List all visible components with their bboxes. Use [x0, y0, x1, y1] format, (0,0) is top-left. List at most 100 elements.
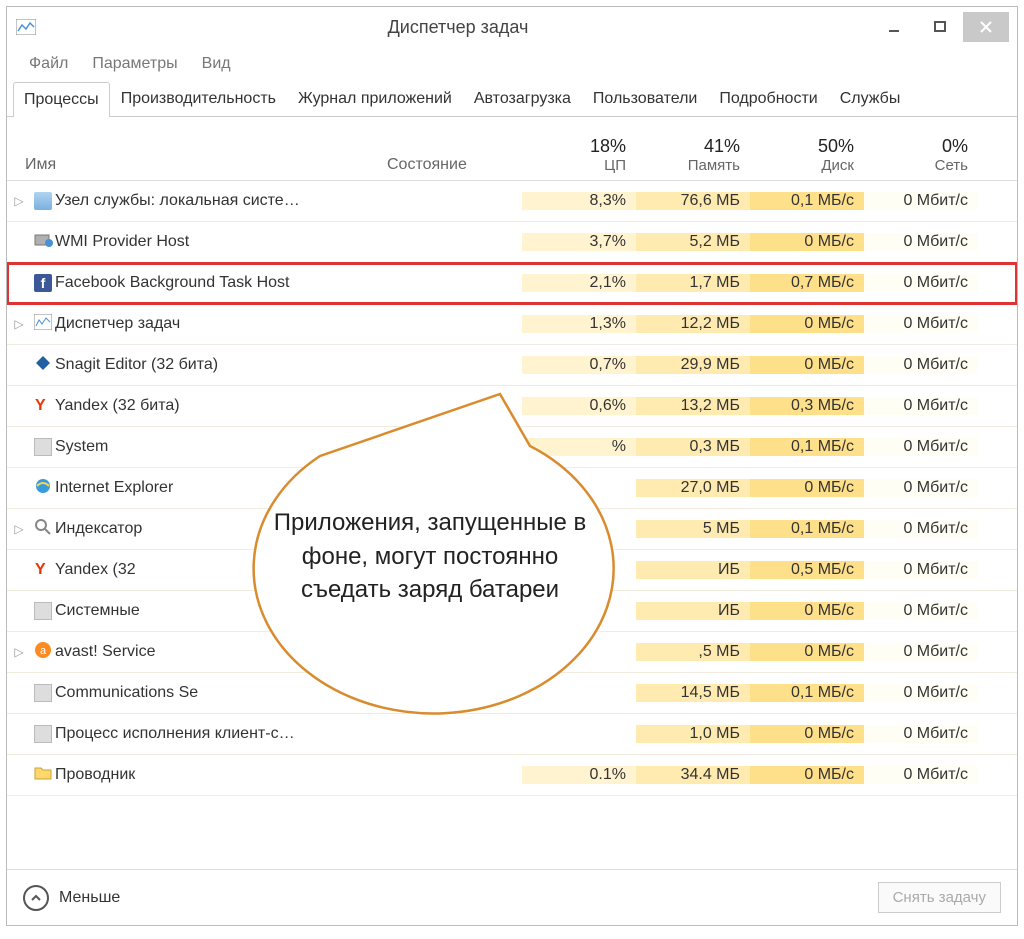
network-cell: 0 Мбит/с: [864, 233, 978, 251]
col-header-state[interactable]: Состояние: [387, 156, 522, 174]
expand-toggle[interactable]: ▷: [7, 522, 31, 536]
annotation-callout: Приложения, запущенные в фоне, могут пос…: [200, 386, 660, 746]
menu-options[interactable]: Параметры: [80, 51, 189, 77]
snagit-icon: [34, 354, 52, 377]
folder-icon: [34, 765, 52, 786]
yandex-icon: Y: [35, 397, 51, 415]
memory-cell: 5,2 МБ: [636, 233, 750, 251]
expand-toggle[interactable]: ▷: [7, 645, 31, 659]
network-cell: 0 Мбит/с: [864, 766, 978, 784]
minimize-button[interactable]: [871, 12, 917, 42]
tab-processes[interactable]: Процессы: [13, 82, 110, 117]
disk-cell: 0,5 МБ/с: [750, 561, 864, 579]
cpu-cell: 0,7%: [522, 356, 636, 374]
expand-toggle[interactable]: ▷: [7, 317, 31, 331]
tab-performance[interactable]: Производительность: [110, 81, 287, 116]
yandex-icon: Y: [35, 561, 51, 579]
chevron-up-icon: [23, 885, 49, 911]
disk-cell: 0,3 МБ/с: [750, 397, 864, 415]
expand-toggle[interactable]: ▷: [7, 194, 31, 208]
cpu-cell: 2,1%: [522, 274, 636, 292]
cpu-cell: 8,3%: [522, 192, 636, 210]
disk-cell: 0 МБ/с: [750, 479, 864, 497]
network-cell: 0 Мбит/с: [864, 438, 978, 456]
col-header-network[interactable]: 0%Сеть: [864, 136, 978, 174]
end-task-button[interactable]: Снять задачу: [878, 882, 1001, 913]
col-header-name[interactable]: Имя: [7, 156, 387, 174]
ie-icon: [34, 477, 52, 500]
app-icon: [15, 16, 37, 38]
menu-view[interactable]: Вид: [190, 51, 243, 77]
process-name: Snagit Editor (32 бита): [55, 356, 387, 374]
network-cell: 0 Мбит/с: [864, 561, 978, 579]
network-cell: 0 Мбит/с: [864, 315, 978, 333]
maximize-button[interactable]: [917, 12, 963, 42]
system-icon: [34, 438, 52, 456]
process-name: Проводник: [55, 766, 387, 784]
memory-cell: 1,7 МБ: [636, 274, 750, 292]
col-header-cpu[interactable]: 18%ЦП: [522, 136, 636, 174]
disk-cell: 0,1 МБ/с: [750, 438, 864, 456]
table-row[interactable]: Snagit Editor (32 бита) 0,7%29,9 МБ0 МБ/с…: [7, 345, 1017, 386]
table-row[interactable]: ▷Узел службы: локальная систе…8,3%76,6 М…: [7, 181, 1017, 222]
memory-cell: 12,2 МБ: [636, 315, 750, 333]
col-header-disk[interactable]: 50%Диск: [750, 136, 864, 174]
disk-cell: 0 МБ/с: [750, 602, 864, 620]
disk-cell: 0,1 МБ/с: [750, 684, 864, 702]
disk-cell: 0 МБ/с: [750, 356, 864, 374]
search-icon: [34, 518, 52, 541]
network-cell: 0 Мбит/с: [864, 479, 978, 497]
disk-cell: 0 МБ/с: [750, 643, 864, 661]
disk-cell: 0,1 МБ/с: [750, 520, 864, 538]
tab-startup[interactable]: Автозагрузка: [463, 81, 582, 116]
table-row[interactable]: WMI Provider Host 3,7%5,2 МБ0 МБ/с0 Мбит/…: [7, 222, 1017, 263]
network-cell: 0 Мбит/с: [864, 520, 978, 538]
footer: Меньше Снять задачу: [7, 869, 1017, 925]
titlebar[interactable]: Диспетчер задач: [7, 7, 1017, 47]
tabs: Процессы Производительность Журнал прило…: [7, 81, 1017, 117]
callout-text: Приложения, запущенные в фоне, могут пос…: [260, 506, 600, 607]
column-headers[interactable]: Имя Состояние 18%ЦП 41%Память 50%Диск 0%…: [7, 117, 1017, 181]
network-cell: 0 Мбит/с: [864, 643, 978, 661]
taskmgr-icon: [34, 314, 52, 335]
tab-services[interactable]: Службы: [829, 81, 912, 116]
tab-details[interactable]: Подробности: [708, 81, 828, 116]
network-cell: 0 Мбит/с: [864, 274, 978, 292]
memory-cell: 76,6 МБ: [636, 192, 750, 210]
wmi-icon: [33, 231, 53, 254]
table-row[interactable]: fFacebook Background Task Host 2,1%1,7 МБ…: [7, 263, 1017, 304]
network-cell: 0 Мбит/с: [864, 684, 978, 702]
disk-cell: 0 МБ/с: [750, 766, 864, 784]
tab-app-history[interactable]: Журнал приложений: [287, 81, 463, 116]
menu-file[interactable]: Файл: [17, 51, 80, 77]
system-icon: [34, 602, 52, 620]
window-controls: [871, 12, 1009, 42]
cpu-cell: 1,3%: [522, 315, 636, 333]
table-row[interactable]: ▷Диспетчер задач1,3%12,2 МБ0 МБ/с0 Мбит/…: [7, 304, 1017, 345]
memory-cell: 29,9 МБ: [636, 356, 750, 374]
network-cell: 0 Мбит/с: [864, 397, 978, 415]
disk-cell: 0 МБ/с: [750, 315, 864, 333]
tab-users[interactable]: Пользователи: [582, 81, 708, 116]
process-name: WMI Provider Host: [55, 233, 387, 251]
network-cell: 0 Мбит/с: [864, 192, 978, 210]
close-button[interactable]: [963, 12, 1009, 42]
facebook-icon: f: [34, 274, 52, 292]
network-cell: 0 Мбит/с: [864, 602, 978, 620]
gear-icon: [34, 192, 52, 210]
network-cell: 0 Мбит/с: [864, 725, 978, 743]
menubar: Файл Параметры Вид: [7, 47, 1017, 81]
system-icon: [34, 684, 52, 702]
table-row[interactable]: Проводник 0.1%34.4 МБ0 МБ/с0 Мбит/с: [7, 755, 1017, 796]
avast-icon: a: [34, 641, 52, 664]
disk-cell: 0,1 МБ/с: [750, 192, 864, 210]
cpu-cell: 3,7%: [522, 233, 636, 251]
memory-cell: 34.4 МБ: [636, 766, 750, 784]
process-name: Facebook Background Task Host: [55, 274, 387, 292]
disk-cell: 0 МБ/с: [750, 233, 864, 251]
fewer-details-button[interactable]: Меньше: [23, 885, 120, 911]
cpu-cell: 0.1%: [522, 766, 636, 784]
disk-cell: 0 МБ/с: [750, 725, 864, 743]
col-header-memory[interactable]: 41%Память: [636, 136, 750, 174]
page-title: Диспетчер задач: [45, 17, 871, 38]
